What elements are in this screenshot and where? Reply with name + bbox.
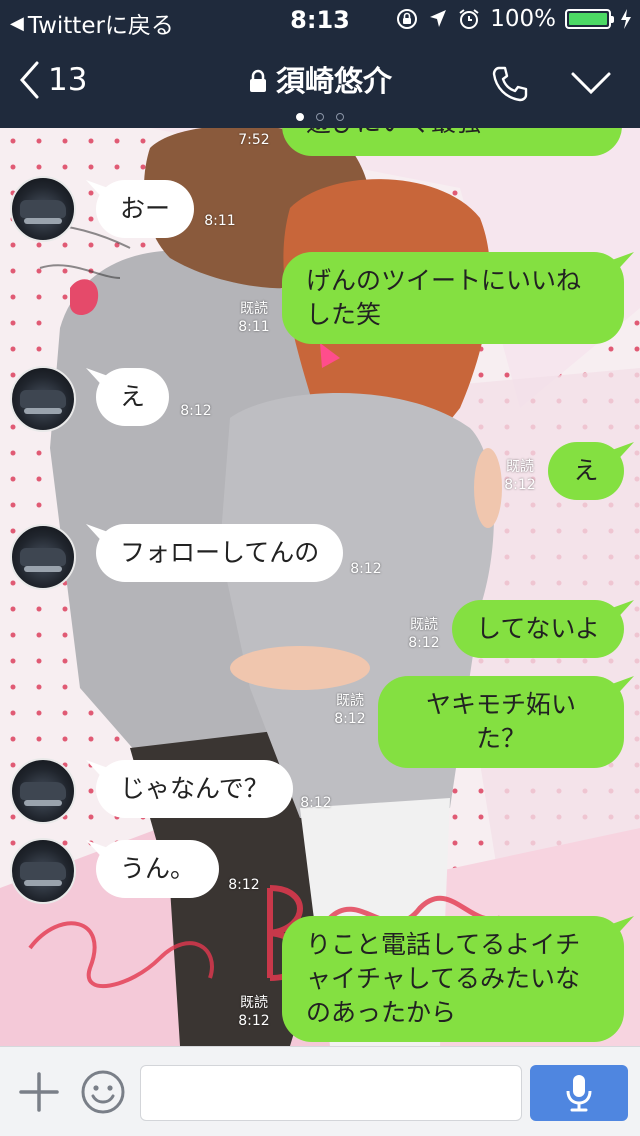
message-meta: 8:12 [176, 402, 216, 420]
message-meta: 7:52 [234, 131, 274, 149]
contact-avatar[interactable] [10, 524, 76, 590]
message-time: 8:12 [300, 795, 332, 811]
alarm-icon [459, 9, 479, 29]
contact-avatar[interactable] [10, 176, 76, 242]
attach-button[interactable] [18, 1071, 60, 1117]
read-receipt: 既読 [506, 459, 534, 475]
message-meta: 既読 8:12 [402, 616, 446, 652]
message-text: え [573, 456, 599, 485]
message-time: 8:12 [228, 877, 260, 893]
status-bar: ◀ Twitterに戻る 8:13 100% [0, 0, 640, 40]
message-bubble-outgoing[interactable]: りこと電話してるよイチャイチャしてるみたいなのあったから [282, 916, 624, 1042]
lock-icon [249, 69, 266, 92]
mic-icon [566, 1075, 592, 1112]
message-time: 7:52 [238, 132, 270, 148]
message-meta: 8:12 [296, 794, 336, 812]
location-icon [430, 10, 447, 27]
message-text: りこと電話してるよイチャイチャしてるみたいなのあったから [306, 930, 581, 1027]
message-meta: 既読 8:12 [498, 458, 542, 494]
plus-icon [19, 1072, 59, 1112]
contact-avatar[interactable] [10, 366, 76, 432]
read-receipt: 既読 [240, 301, 268, 317]
message-text: してないよ [476, 614, 600, 643]
battery-fill [569, 13, 607, 25]
contact-avatar[interactable] [10, 838, 76, 904]
message-time: 8:11 [204, 213, 236, 229]
message-time: 8:12 [334, 711, 366, 727]
page-dot [336, 113, 344, 121]
message-bubble-outgoing[interactable]: 遊びにいく最強 [282, 128, 622, 156]
charging-bolt-icon [621, 9, 631, 29]
message-bubble-outgoing[interactable]: げんのツイートにいいねした笑 [282, 252, 624, 344]
message-bubble-incoming[interactable]: え [96, 368, 170, 426]
voice-message-button[interactable] [530, 1065, 628, 1121]
message-text: え [120, 382, 146, 411]
page-indicator [0, 106, 640, 125]
read-receipt: 既読 [240, 995, 268, 1011]
message-time: 8:12 [180, 403, 212, 419]
battery-icon [565, 9, 614, 29]
read-receipt: 既読 [336, 693, 364, 709]
message-input-bar [0, 1046, 640, 1136]
status-icons: 100% [395, 6, 632, 32]
chat-header: 13 須崎悠介 [0, 40, 640, 128]
message-meta: 既読 8:12 [328, 692, 372, 728]
message-bubble-incoming[interactable]: じゃなんで？ [96, 760, 293, 818]
message-meta: 既読 8:12 [234, 994, 274, 1030]
message-text: 遊びにいく最強 [306, 128, 481, 137]
message-bubble-outgoing[interactable]: え [548, 442, 624, 500]
chat-title-text: 須崎悠介 [275, 64, 392, 98]
message-time: 8:11 [238, 319, 270, 335]
message-meta: 8:11 [200, 212, 240, 230]
message-time: 8:12 [408, 635, 440, 651]
chat-title[interactable]: 須崎悠介 [0, 58, 640, 100]
orientation-lock-icon [397, 9, 418, 29]
battery-percent: 100% [490, 6, 556, 32]
chat-area[interactable]: 遊びにいく最強 7:52 おー 8:11 げんのツイートにいいねした笑 既読 8… [0, 128, 640, 1046]
message-meta: 既読 8:11 [234, 300, 274, 336]
message-time: 8:12 [504, 477, 536, 493]
read-receipt: 既読 [410, 617, 438, 633]
message-bubble-outgoing[interactable]: してないよ [452, 600, 624, 658]
emoji-icon [81, 1070, 125, 1114]
emoji-button[interactable] [80, 1069, 126, 1119]
message-meta: 8:12 [224, 876, 264, 894]
message-text: げんのツイートにいいねした笑 [306, 266, 582, 329]
message-text: うん。 [120, 854, 196, 883]
message-text: ヤキモチ妬いた？ [425, 690, 576, 753]
message-time: 8:12 [350, 561, 382, 577]
menu-toggle-button[interactable] [570, 70, 612, 100]
message-bubble-incoming[interactable]: フォローしてんの [96, 524, 344, 582]
message-input[interactable] [140, 1065, 522, 1121]
message-text: フォローしてんの [120, 538, 320, 567]
message-bubble-incoming[interactable]: うん。 [96, 840, 220, 898]
message-text: じゃなんで？ [120, 774, 269, 803]
call-button[interactable] [490, 64, 530, 108]
message-meta: 8:12 [346, 560, 386, 578]
message-bubble-outgoing[interactable]: ヤキモチ妬いた？ [378, 676, 624, 768]
message-time: 8:12 [238, 1013, 270, 1029]
page-dot [316, 113, 324, 121]
message-bubble-incoming[interactable]: おー [96, 180, 195, 238]
chevron-down-icon [571, 72, 611, 95]
message-text: おー [120, 194, 171, 223]
phone-icon [492, 66, 528, 102]
contact-avatar[interactable] [10, 758, 76, 824]
page-dot [296, 113, 304, 121]
